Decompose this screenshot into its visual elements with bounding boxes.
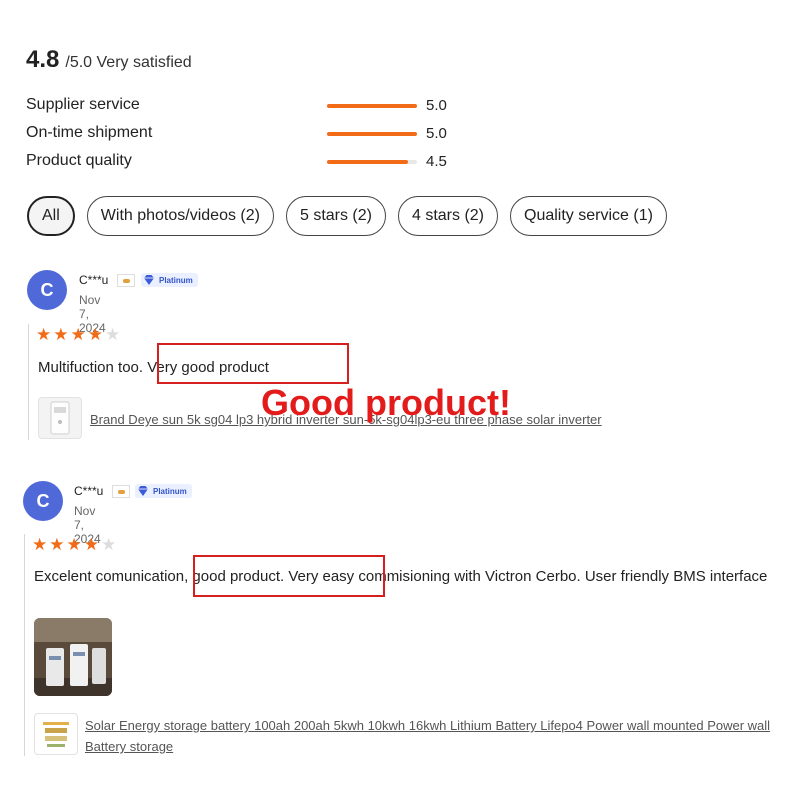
battery-photo	[34, 618, 112, 696]
inverter-image	[50, 401, 70, 435]
filter-with-photos[interactable]: With photos/videos (2)	[86, 196, 274, 236]
filter-all[interactable]: All	[27, 196, 75, 236]
star-filled-icon: ★	[32, 535, 48, 554]
avatar: C	[23, 481, 63, 521]
avatar: C	[27, 270, 67, 310]
review-filters: All With photos/videos (2) 5 stars (2) 4…	[27, 196, 667, 236]
review-divider	[28, 324, 29, 440]
highlight-box	[193, 555, 385, 597]
filter-5-stars[interactable]: 5 stars (2)	[285, 196, 386, 236]
rating-label: Product quality	[26, 152, 132, 169]
star-filled-icon: ★	[87, 325, 103, 344]
rating-bar	[327, 104, 417, 108]
annotation-text: Good product!	[261, 382, 511, 423]
rating-bar	[327, 132, 417, 136]
reviewer-name: C***u	[74, 484, 104, 498]
reviews-page: 4.8 /5.0 Very satisfied Supplier service…	[0, 0, 800, 800]
rating-label: Supplier service	[26, 96, 140, 113]
rating-bar-fill	[327, 132, 417, 136]
badge-label: Platinum	[159, 275, 193, 285]
rating-row-product-quality: Product quality 4.5	[26, 150, 466, 178]
star-filled-icon: ★	[36, 325, 52, 344]
product-thumbnail[interactable]	[34, 713, 78, 755]
rating-value: 5.0	[426, 125, 447, 142]
rating-row-on-time-shipment: On-time shipment 5.0	[26, 122, 466, 150]
filter-4-stars[interactable]: 4 stars (2)	[397, 196, 498, 236]
review-text: Excelent comunication, good product. Ver…	[34, 568, 768, 585]
badge-label: Platinum	[153, 486, 187, 496]
rating-bar-fill	[327, 160, 408, 164]
rating-bar-fill	[327, 104, 417, 108]
star-filled-icon: ★	[49, 535, 65, 554]
review-photo[interactable]	[34, 618, 112, 696]
platinum-badge: Platinum	[141, 273, 198, 287]
rating-row-supplier-service: Supplier service 5.0	[26, 94, 466, 122]
star-empty-icon: ★	[101, 535, 117, 554]
rating-value: 4.5	[426, 153, 447, 170]
diamond-icon	[144, 275, 154, 285]
overall-score-label: /5.0 Very satisfied	[65, 54, 192, 71]
review-divider	[24, 534, 25, 756]
country-flag-icon	[112, 485, 130, 498]
rating-bar	[327, 160, 417, 164]
star-filled-icon: ★	[70, 325, 86, 344]
rating-label: On-time shipment	[26, 124, 153, 141]
rating-summary: 4.8 /5.0 Very satisfied	[26, 46, 192, 74]
star-empty-icon: ★	[105, 325, 121, 344]
star-filled-icon: ★	[66, 535, 82, 554]
diamond-icon	[138, 486, 148, 496]
battery-product-image	[40, 719, 72, 749]
star-filled-icon: ★	[83, 535, 99, 554]
star-rating: ★ ★ ★ ★ ★	[32, 536, 116, 553]
review-text: Multifuction too. Very good product	[38, 359, 269, 376]
overall-score: 4.8	[26, 46, 60, 73]
highlight-box	[157, 343, 349, 384]
country-flag-icon	[117, 274, 135, 287]
star-rating: ★ ★ ★ ★ ★	[36, 326, 120, 343]
reviewer-name: C***u	[79, 273, 109, 287]
platinum-badge: Platinum	[135, 484, 192, 498]
product-thumbnail[interactable]	[38, 397, 82, 439]
rating-breakdown: Supplier service 5.0 On-time shipment 5.…	[26, 94, 466, 178]
filter-quality-service[interactable]: Quality service (1)	[510, 196, 667, 236]
rating-value: 5.0	[426, 97, 447, 114]
star-filled-icon: ★	[53, 325, 69, 344]
product-link[interactable]: Solar Energy storage battery 100ah 200ah…	[85, 715, 785, 757]
